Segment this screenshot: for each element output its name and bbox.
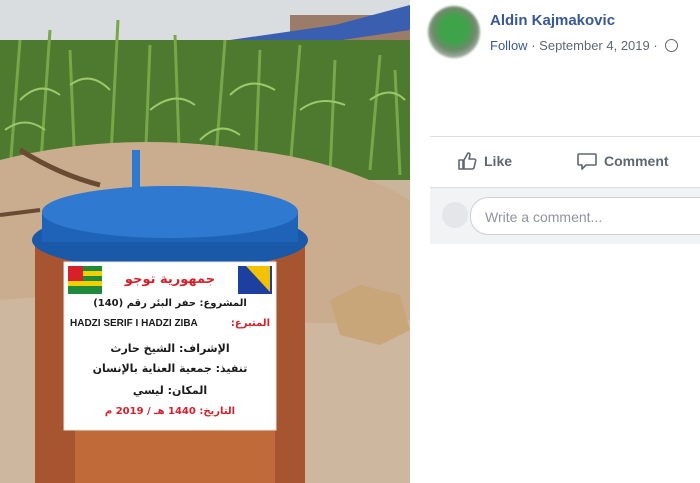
post-meta: Follow · September 4, 2019 ·: [490, 38, 679, 53]
meta-separator: ·: [531, 38, 536, 53]
commenter-avatar: [442, 202, 468, 228]
like-label: Like: [484, 153, 513, 169]
author-avatar[interactable]: [428, 6, 480, 58]
post-details-panel: Aldin Kajmakovic Follow · September 4, 2…: [410, 0, 700, 483]
comment-input[interactable]: Write a comment...: [470, 197, 700, 235]
globe-icon: [665, 39, 679, 52]
sign-place-line: المكان: ليسي: [132, 384, 208, 397]
comment-bubble-icon: [577, 153, 597, 170]
sign-donor-label: المتبرع:: [230, 318, 270, 329]
like-button[interactable]: Like: [456, 150, 512, 172]
sign-supervision-line: الإشراف: الشيخ حارث: [110, 342, 230, 355]
meta-separator: ·: [653, 38, 658, 53]
post-actions-bar: Like Comment: [430, 136, 700, 188]
comment-composer: Write a comment...: [430, 188, 700, 244]
post-photo[interactable]: جمهورية توجو المشروع: حفر البئر رقم (140…: [0, 0, 410, 483]
sign-date-line: التاريخ: 1440 هـ / 2019 م: [104, 406, 236, 417]
author-name[interactable]: Aldin Kajmakovic: [490, 12, 615, 29]
post-date[interactable]: September 4, 2019: [539, 38, 650, 53]
sign-implementation-line: تنفيذ: جمعية العناية بالإنسان: [92, 362, 248, 375]
sign-donor-line: HADZI SERIF I HADZI ZIBA المتبرع:: [70, 318, 270, 329]
thumbs-up-icon: [458, 152, 477, 170]
comment-button[interactable]: Comment: [576, 150, 669, 172]
sign-donor-name: HADZI SERIF I HADZI ZIBA: [70, 318, 198, 329]
sign-project-line: المشروع: حفر البئر رقم (140): [93, 298, 247, 309]
comment-label: Comment: [604, 153, 669, 169]
follow-link[interactable]: Follow: [490, 38, 528, 53]
sign-title: جمهورية توجو: [124, 272, 216, 287]
